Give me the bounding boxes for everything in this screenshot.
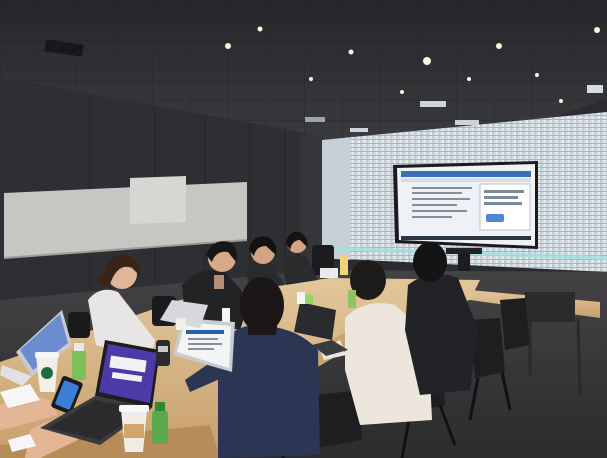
small-cup-icon [297,292,305,304]
bottle-icon [72,343,86,380]
small-bottle-icon [348,290,356,308]
small-bottle-icon [305,294,313,304]
small-cup-icon [176,318,186,330]
small-box-icon [320,268,338,278]
meeting-photo [0,0,607,458]
small-cup-icon [222,308,230,322]
black-cup-icon [156,340,170,366]
small-bottle-icon [340,255,348,275]
